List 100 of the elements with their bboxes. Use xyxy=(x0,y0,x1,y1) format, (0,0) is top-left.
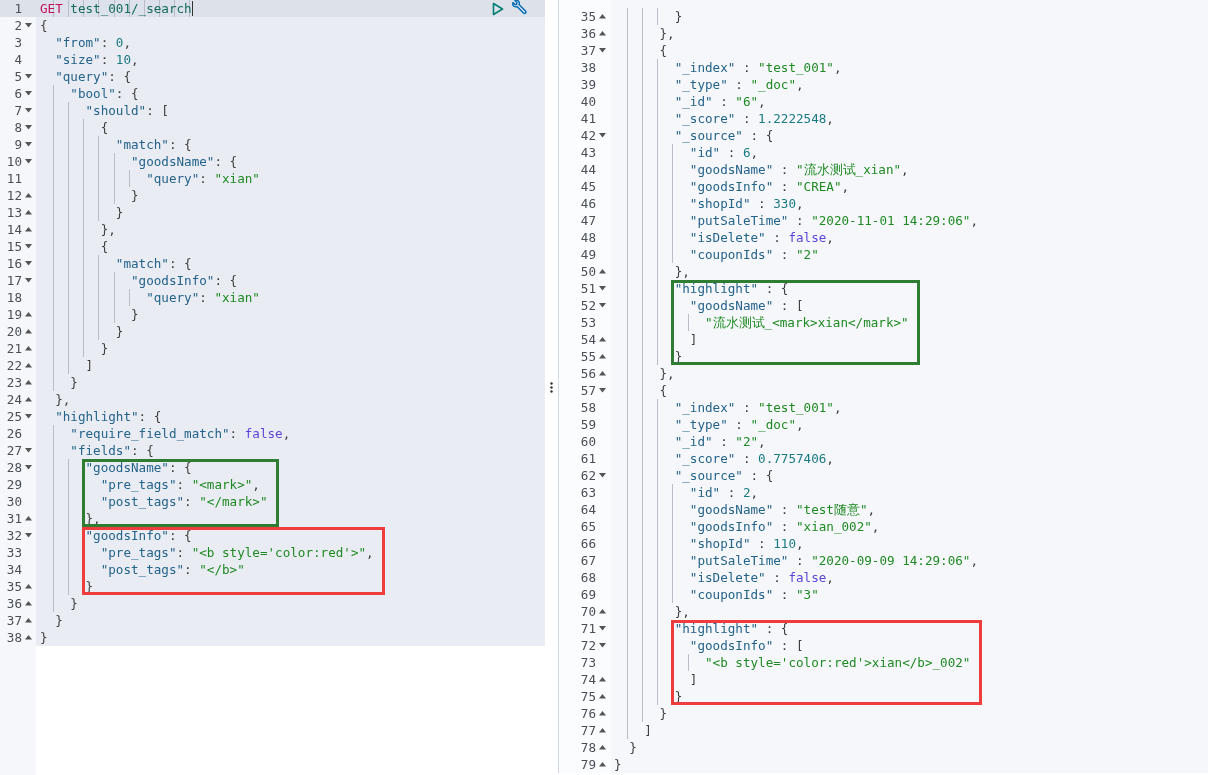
line-number: 44 xyxy=(579,161,596,178)
line-number: 23 xyxy=(5,374,22,391)
caret-up-icon[interactable] xyxy=(25,329,32,334)
code-line: "from": 0, xyxy=(54,34,132,51)
line-number: 62 xyxy=(579,467,596,484)
caret-up-icon[interactable] xyxy=(599,269,606,274)
caret-up-icon[interactable] xyxy=(25,618,32,623)
line-number: 38 xyxy=(5,629,22,646)
code-line: } xyxy=(40,629,48,646)
line-number: 24 xyxy=(5,391,22,408)
caret-down-icon[interactable] xyxy=(25,23,32,28)
line-number: 76 xyxy=(579,705,596,722)
code-line: }, xyxy=(54,391,71,408)
caret-up-icon[interactable] xyxy=(25,210,32,215)
caret-up-icon[interactable] xyxy=(599,354,606,359)
caret-up-icon[interactable] xyxy=(599,677,606,682)
caret-down-icon[interactable] xyxy=(599,133,606,138)
line-number: 25 xyxy=(5,408,22,425)
code-line: } xyxy=(54,612,63,629)
line-number: 34 xyxy=(5,561,22,578)
caret-down-icon[interactable] xyxy=(599,303,606,308)
line-number: 71 xyxy=(579,620,596,637)
line-number: 33 xyxy=(5,544,22,561)
caret-up-icon[interactable] xyxy=(25,516,32,521)
caret-up-icon[interactable] xyxy=(25,601,32,606)
line-number: 6 xyxy=(13,85,22,102)
line-number: 52 xyxy=(579,297,596,314)
caret-up-icon[interactable] xyxy=(25,380,32,385)
caret-up-icon[interactable] xyxy=(25,397,32,402)
caret-up-icon[interactable] xyxy=(599,14,606,19)
caret-up-icon[interactable] xyxy=(599,31,606,36)
caret-down-icon[interactable] xyxy=(25,74,32,79)
line-number: 3 xyxy=(13,34,22,51)
line-number: 41 xyxy=(579,110,596,127)
line-number: 47 xyxy=(579,212,596,229)
caret-up-icon[interactable] xyxy=(25,227,32,232)
caret-up-icon[interactable] xyxy=(25,635,32,640)
line-number: 8 xyxy=(13,119,22,136)
caret-up-icon[interactable] xyxy=(25,584,32,589)
caret-down-icon[interactable] xyxy=(25,244,32,249)
line-number: 31 xyxy=(5,510,22,527)
caret-down-icon[interactable] xyxy=(25,261,32,266)
caret-down-icon[interactable] xyxy=(599,388,606,393)
caret-up-icon[interactable] xyxy=(599,371,606,376)
caret-up-icon[interactable] xyxy=(599,711,606,716)
wrench-icon[interactable] xyxy=(510,0,527,17)
caret-up-icon[interactable] xyxy=(25,346,32,351)
line-number: 42 xyxy=(579,127,596,144)
caret-up-icon[interactable] xyxy=(599,745,606,750)
line-number: 9 xyxy=(13,136,22,153)
line-number: 15 xyxy=(5,238,22,255)
line-number: 20 xyxy=(5,323,22,340)
caret-down-icon[interactable] xyxy=(599,643,606,648)
caret-down-icon[interactable] xyxy=(25,278,32,283)
line-number: 32 xyxy=(5,527,22,544)
line-number: 72 xyxy=(579,637,596,654)
line-number: 16 xyxy=(5,255,22,272)
line-number: 2 xyxy=(13,17,22,34)
caret-up-icon[interactable] xyxy=(599,609,606,614)
line-number: 40 xyxy=(579,93,596,110)
caret-up-icon[interactable] xyxy=(25,193,32,198)
code-line: "query": { xyxy=(54,68,131,85)
code-line: "highlight": { xyxy=(54,408,162,425)
caret-down-icon[interactable] xyxy=(25,125,32,130)
caret-down-icon[interactable] xyxy=(25,108,32,113)
caret-down-icon[interactable] xyxy=(599,48,606,53)
caret-up-icon[interactable] xyxy=(599,337,606,342)
caret-up-icon[interactable] xyxy=(599,728,606,733)
line-number: 73 xyxy=(579,654,596,671)
caret-up-icon[interactable] xyxy=(25,312,32,317)
line-number: 17 xyxy=(5,272,22,289)
line-number: 4 xyxy=(13,51,22,68)
caret-down-icon[interactable] xyxy=(25,448,32,453)
line-number: 65 xyxy=(579,518,596,535)
line-number: 5 xyxy=(13,68,22,85)
caret-up-icon[interactable] xyxy=(599,762,606,767)
resize-handle-icon[interactable] xyxy=(550,382,553,393)
line-number: 56 xyxy=(579,365,596,382)
caret-down-icon[interactable] xyxy=(25,533,32,538)
line-number: 13 xyxy=(5,204,22,221)
caret-down-icon[interactable] xyxy=(599,286,606,291)
caret-down-icon[interactable] xyxy=(25,159,32,164)
line-number: 59 xyxy=(579,416,596,433)
caret-down-icon[interactable] xyxy=(25,142,32,147)
line-number: 75 xyxy=(579,688,596,705)
caret-down-icon[interactable] xyxy=(599,473,606,478)
line-number: 51 xyxy=(579,280,596,297)
caret-up-icon[interactable] xyxy=(599,694,606,699)
line-number: 7 xyxy=(13,102,22,119)
caret-down-icon[interactable] xyxy=(599,626,606,631)
line-number: 78 xyxy=(579,739,596,756)
play-icon[interactable] xyxy=(492,1,504,16)
caret-up-icon[interactable] xyxy=(25,363,32,368)
line-number: 63 xyxy=(579,484,596,501)
caret-down-icon[interactable] xyxy=(25,91,32,96)
caret-down-icon[interactable] xyxy=(25,465,32,470)
line-number: 61 xyxy=(579,450,596,467)
caret-down-icon[interactable] xyxy=(25,414,32,419)
line-number: 77 xyxy=(579,722,596,739)
line-number: 37 xyxy=(5,612,22,629)
